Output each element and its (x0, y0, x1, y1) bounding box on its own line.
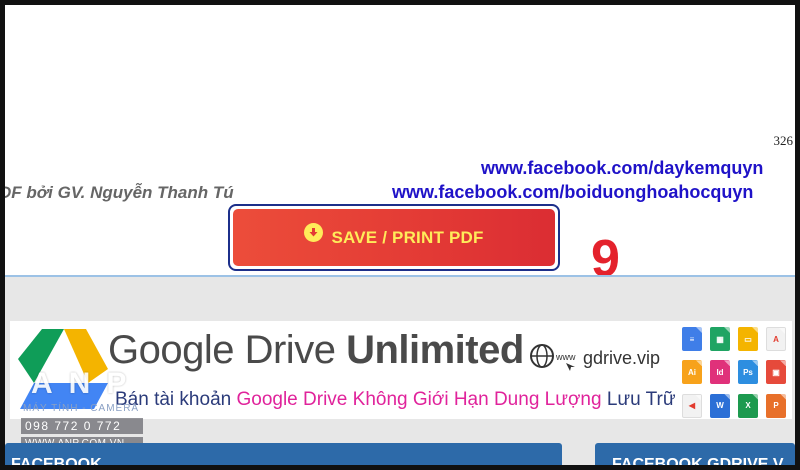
anp-watermark: ANP MÁY TÍNH - CAMERA 098 772 0 772 WWW.… (21, 367, 147, 450)
sheets-icon: ▦ (710, 327, 730, 351)
word-icon: W (710, 393, 730, 418)
screenshot-frame: 326 DF bởi GV. Nguyễn Thanh Tú www.faceb… (0, 0, 800, 470)
image-icon: ▣ (766, 360, 786, 385)
url-prefix: www (555, 352, 576, 362)
tagline-part2: Google Drive Không Giới Hạn Dung Lượng (236, 389, 602, 410)
banner-tagline: Bán tài khoản Google Drive Không Giới Hạ… (115, 389, 676, 411)
excel-icon: X (738, 393, 758, 418)
anp-phone: 098 772 0 772 (21, 418, 143, 434)
photoshop-icon: Ps (738, 360, 758, 385)
globe-icon: www (530, 344, 576, 371)
facebook-gdrive-panel-header[interactable]: FACEBOOK GDRIVE.V (595, 443, 795, 465)
pdf-icon: A (766, 327, 786, 351)
save-button-label: SAVE / PRINT PDF (331, 227, 484, 247)
save-button-face[interactable]: SAVE / PRINT PDF (233, 209, 555, 266)
ai-icon: Ai (682, 360, 702, 385)
banner-title: Google Drive Unlimited (108, 328, 524, 373)
banner-title-regular: Google Drive (108, 328, 347, 372)
facebook-link-1[interactable]: www.facebook.com/daykemquyn (481, 158, 763, 179)
tagline-part3: Lưu Trữ (601, 389, 676, 410)
file-type-icons: ≡ ▦ ▭ A Ai Id Ps ▣ ◀ W X P (682, 327, 792, 419)
page-number: 326 (773, 133, 794, 148)
powerpoint-icon: P (766, 393, 786, 418)
download-circle-icon (304, 223, 324, 242)
slides-icon: ▭ (738, 327, 758, 351)
anp-tagline: MÁY TÍNH - CAMERA (23, 403, 140, 414)
banner-title-bold: Unlimited (346, 328, 524, 372)
audio-icon: ◀ (682, 393, 702, 418)
author-line: DF bởi GV. Nguyễn Thanh Tú (0, 183, 234, 202)
banner-url: gdrive.vip (583, 348, 661, 368)
facebook-panel-header[interactable]: FACEBOOK (5, 443, 562, 465)
anp-logo: ANP (31, 367, 143, 400)
indesign-icon: Id (710, 360, 730, 385)
docs-icon: ≡ (682, 327, 702, 351)
save-print-pdf-button[interactable]: SAVE / PRINT PDF (228, 204, 560, 271)
facebook-link-2[interactable]: www.facebook.com/boiduonghoahocquyn (392, 182, 753, 203)
